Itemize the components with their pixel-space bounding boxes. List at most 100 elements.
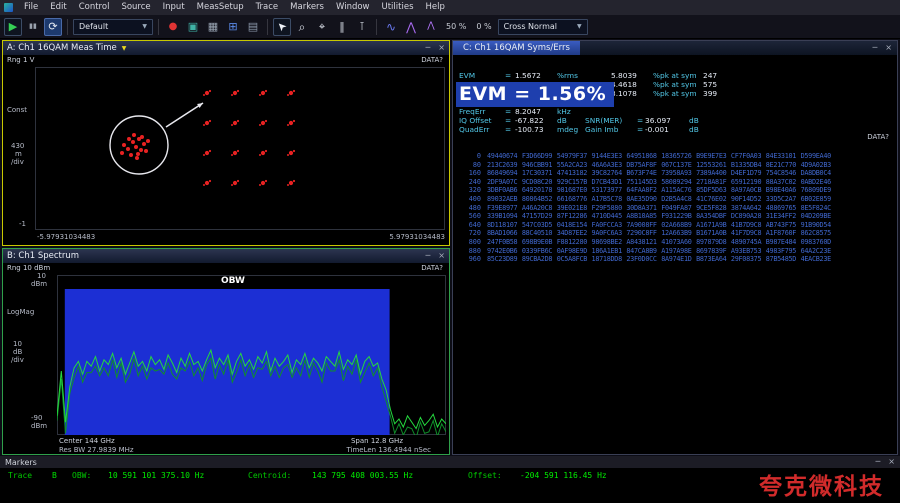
display-icon-icon: ▣ — [188, 21, 198, 32]
tile-windows-icon[interactable]: ⊞ — [224, 18, 242, 36]
minimize-icon[interactable]: ─ — [425, 252, 430, 260]
menu-item-trace[interactable]: Trace — [250, 0, 285, 15]
panel-spectrum-titlebar[interactable]: B: Ch1 Spectrum ─ × — [3, 249, 449, 263]
hex-group: 23F0D0CC — [626, 255, 656, 264]
panel-spectrum: B: Ch1 Spectrum ─ × Rng 10 dBm DATA? OBW… — [2, 248, 450, 455]
hex-group: F3D66D99 — [522, 152, 552, 161]
hex-group: 067C137E — [661, 161, 691, 170]
hex-group: A17B5C78 — [592, 195, 622, 204]
menu-item-utilities[interactable]: Utilities — [376, 0, 420, 15]
hex-row: 40089032AEB80864B5266168776A17B5C780AE35… — [457, 195, 893, 204]
panel-syms-errs: C: Ch1 16QAM Syms/Errs ─ × EVM=1.5672%rm… — [452, 40, 898, 455]
measurement-value: IQ Offset — [459, 117, 492, 124]
minimize-icon[interactable]: ─ — [875, 458, 880, 466]
menu-item-control[interactable]: Control — [73, 0, 116, 15]
close-icon[interactable]: × — [438, 252, 445, 260]
hex-group: 39E021E8 — [557, 204, 587, 213]
y-scale-value: 430 — [11, 143, 24, 150]
hex-group: A1F8760F — [766, 229, 796, 238]
close-icon[interactable]: × — [885, 44, 892, 52]
measurement-value: %rms — [557, 72, 578, 79]
menu-item-file[interactable]: File — [18, 0, 44, 15]
cross-normal-dropdown[interactable]: Cross Normal▼ — [498, 19, 588, 35]
measurement-value: FreqErr — [459, 108, 485, 115]
hex-row-index: 560 — [457, 212, 481, 221]
markers-bar-title: Markers — [5, 458, 37, 467]
peak-search-button[interactable]: ⋀ — [402, 18, 420, 36]
range-label: Rng 10 dBm — [7, 265, 50, 272]
next-peak-button[interactable]: ⋀ — [422, 18, 440, 36]
menu-item-input[interactable]: Input — [157, 0, 191, 15]
data-flag: DATA? — [867, 134, 889, 141]
hex-row-index: 720 — [457, 229, 481, 238]
hex-group: 9144E3E3 — [592, 152, 622, 161]
panel-syms-errs-titlebar[interactable]: C: Ch1 16QAM Syms/Errs ─ × — [453, 41, 897, 55]
chevron-down-icon[interactable]: ▼ — [122, 45, 127, 52]
preset-dropdown[interactable]: Default▼ — [73, 19, 153, 35]
display-icon[interactable]: ▣ — [184, 18, 202, 36]
menu-item-markers[interactable]: Markers — [284, 0, 330, 15]
hex-group: A46A20C8 — [522, 204, 552, 213]
hex-group: B873EA64 — [696, 255, 726, 264]
measurement-value: dB — [689, 126, 699, 133]
measurement-value: %pk at sym — [653, 90, 697, 97]
menu-item-meassetup[interactable]: MeasSetup — [191, 0, 250, 15]
syms-errs-content: EVM=1.5672%rms5.8039%pk at sym247MagErr=… — [453, 55, 897, 454]
hex-group: 8D118107 — [487, 221, 517, 230]
play-button[interactable]: ▶ — [4, 18, 22, 36]
panel-meas-time-titlebar[interactable]: A: Ch1 16QAM Meas Time ▼ ─ × — [3, 41, 449, 55]
menu-item-help[interactable]: Help — [420, 0, 451, 15]
hex-group: DC890A28 — [731, 212, 761, 221]
menu-item-source[interactable]: Source — [115, 0, 156, 15]
band-marker-button[interactable]: ‖ — [333, 18, 351, 36]
pause-icon: ▮▮ — [29, 23, 37, 30]
spectrum-svg — [57, 275, 446, 435]
hex-group: 64951868 — [626, 152, 656, 161]
hex-group: D599EA40 — [801, 152, 831, 161]
hex-group: 7290C8FF — [626, 229, 656, 238]
close-icon[interactable]: × — [438, 44, 445, 52]
record-button[interactable]: ● — [164, 18, 182, 36]
hex-group: 54979F37 — [557, 152, 587, 161]
hex-group: 29F08375 — [731, 255, 761, 264]
hex-group: 8A354DBF — [696, 212, 726, 221]
wave-marker-button[interactable]: ∿ — [382, 18, 400, 36]
grid-view-icon[interactable]: ▦ — [204, 18, 222, 36]
status-segment: 10 591 101 375.10 Hz — [108, 472, 204, 480]
app-icon — [4, 3, 13, 12]
minimize-icon[interactable]: ─ — [425, 44, 430, 52]
menu-item-window[interactable]: Window — [330, 0, 376, 15]
panel-syms-errs-tab[interactable]: C: Ch1 16QAM Syms/Errs — [453, 41, 580, 55]
hex-group: 41B7D9C8 — [731, 221, 761, 230]
status-segment: Trace — [8, 472, 32, 480]
hex-group: 0983760D — [801, 238, 831, 247]
hex-group: 64920178 — [522, 186, 552, 195]
panel-syms-errs-title: C: Ch1 16QAM Syms/Errs — [463, 43, 570, 53]
hex-group: B9E9E7E3 — [696, 152, 726, 161]
hex-row-index: 800 — [457, 238, 481, 247]
marker-m1-button[interactable]: ⊺ — [353, 18, 371, 36]
hex-row: 560339B109447157D2987F122864710D445A8B10… — [457, 212, 893, 221]
pointer-tool-button[interactable]: ➤ — [273, 18, 291, 36]
hex-group: B673F74E — [626, 169, 656, 178]
menu-item-edit[interactable]: Edit — [44, 0, 72, 15]
hex-group: FA0FCCA3 — [592, 221, 622, 230]
hex-group: 31E34FF2 — [766, 212, 796, 221]
measurement-value: -100.73 — [515, 126, 544, 133]
hex-group: 8A974E1D — [661, 255, 691, 264]
minimize-icon[interactable]: ─ — [872, 44, 877, 52]
hex-group: F049FA87 — [661, 204, 691, 213]
close-icon[interactable]: × — [888, 458, 895, 466]
measurement-value: = — [637, 117, 643, 124]
measurement-value: = — [505, 72, 511, 79]
crosshair-tool-button[interactable]: ⌖ — [313, 18, 331, 36]
hex-group: D7CB43D1 — [592, 178, 622, 187]
stack-windows-icon[interactable]: ▤ — [244, 18, 262, 36]
pause-button[interactable]: ▮▮ — [24, 18, 42, 36]
menu-items: FileEditControlSourceInputMeasSetupTrace… — [18, 0, 451, 15]
zoom-tool-button[interactable]: ⌕ — [293, 18, 311, 36]
hex-group: 76809DE9 — [801, 186, 831, 195]
hex-group: 897879D8 — [696, 238, 726, 247]
hex-dump: 049440674F3D66D9954979F379144E3E36495186… — [457, 152, 893, 264]
restart-button[interactable]: ⟳ — [44, 18, 62, 36]
